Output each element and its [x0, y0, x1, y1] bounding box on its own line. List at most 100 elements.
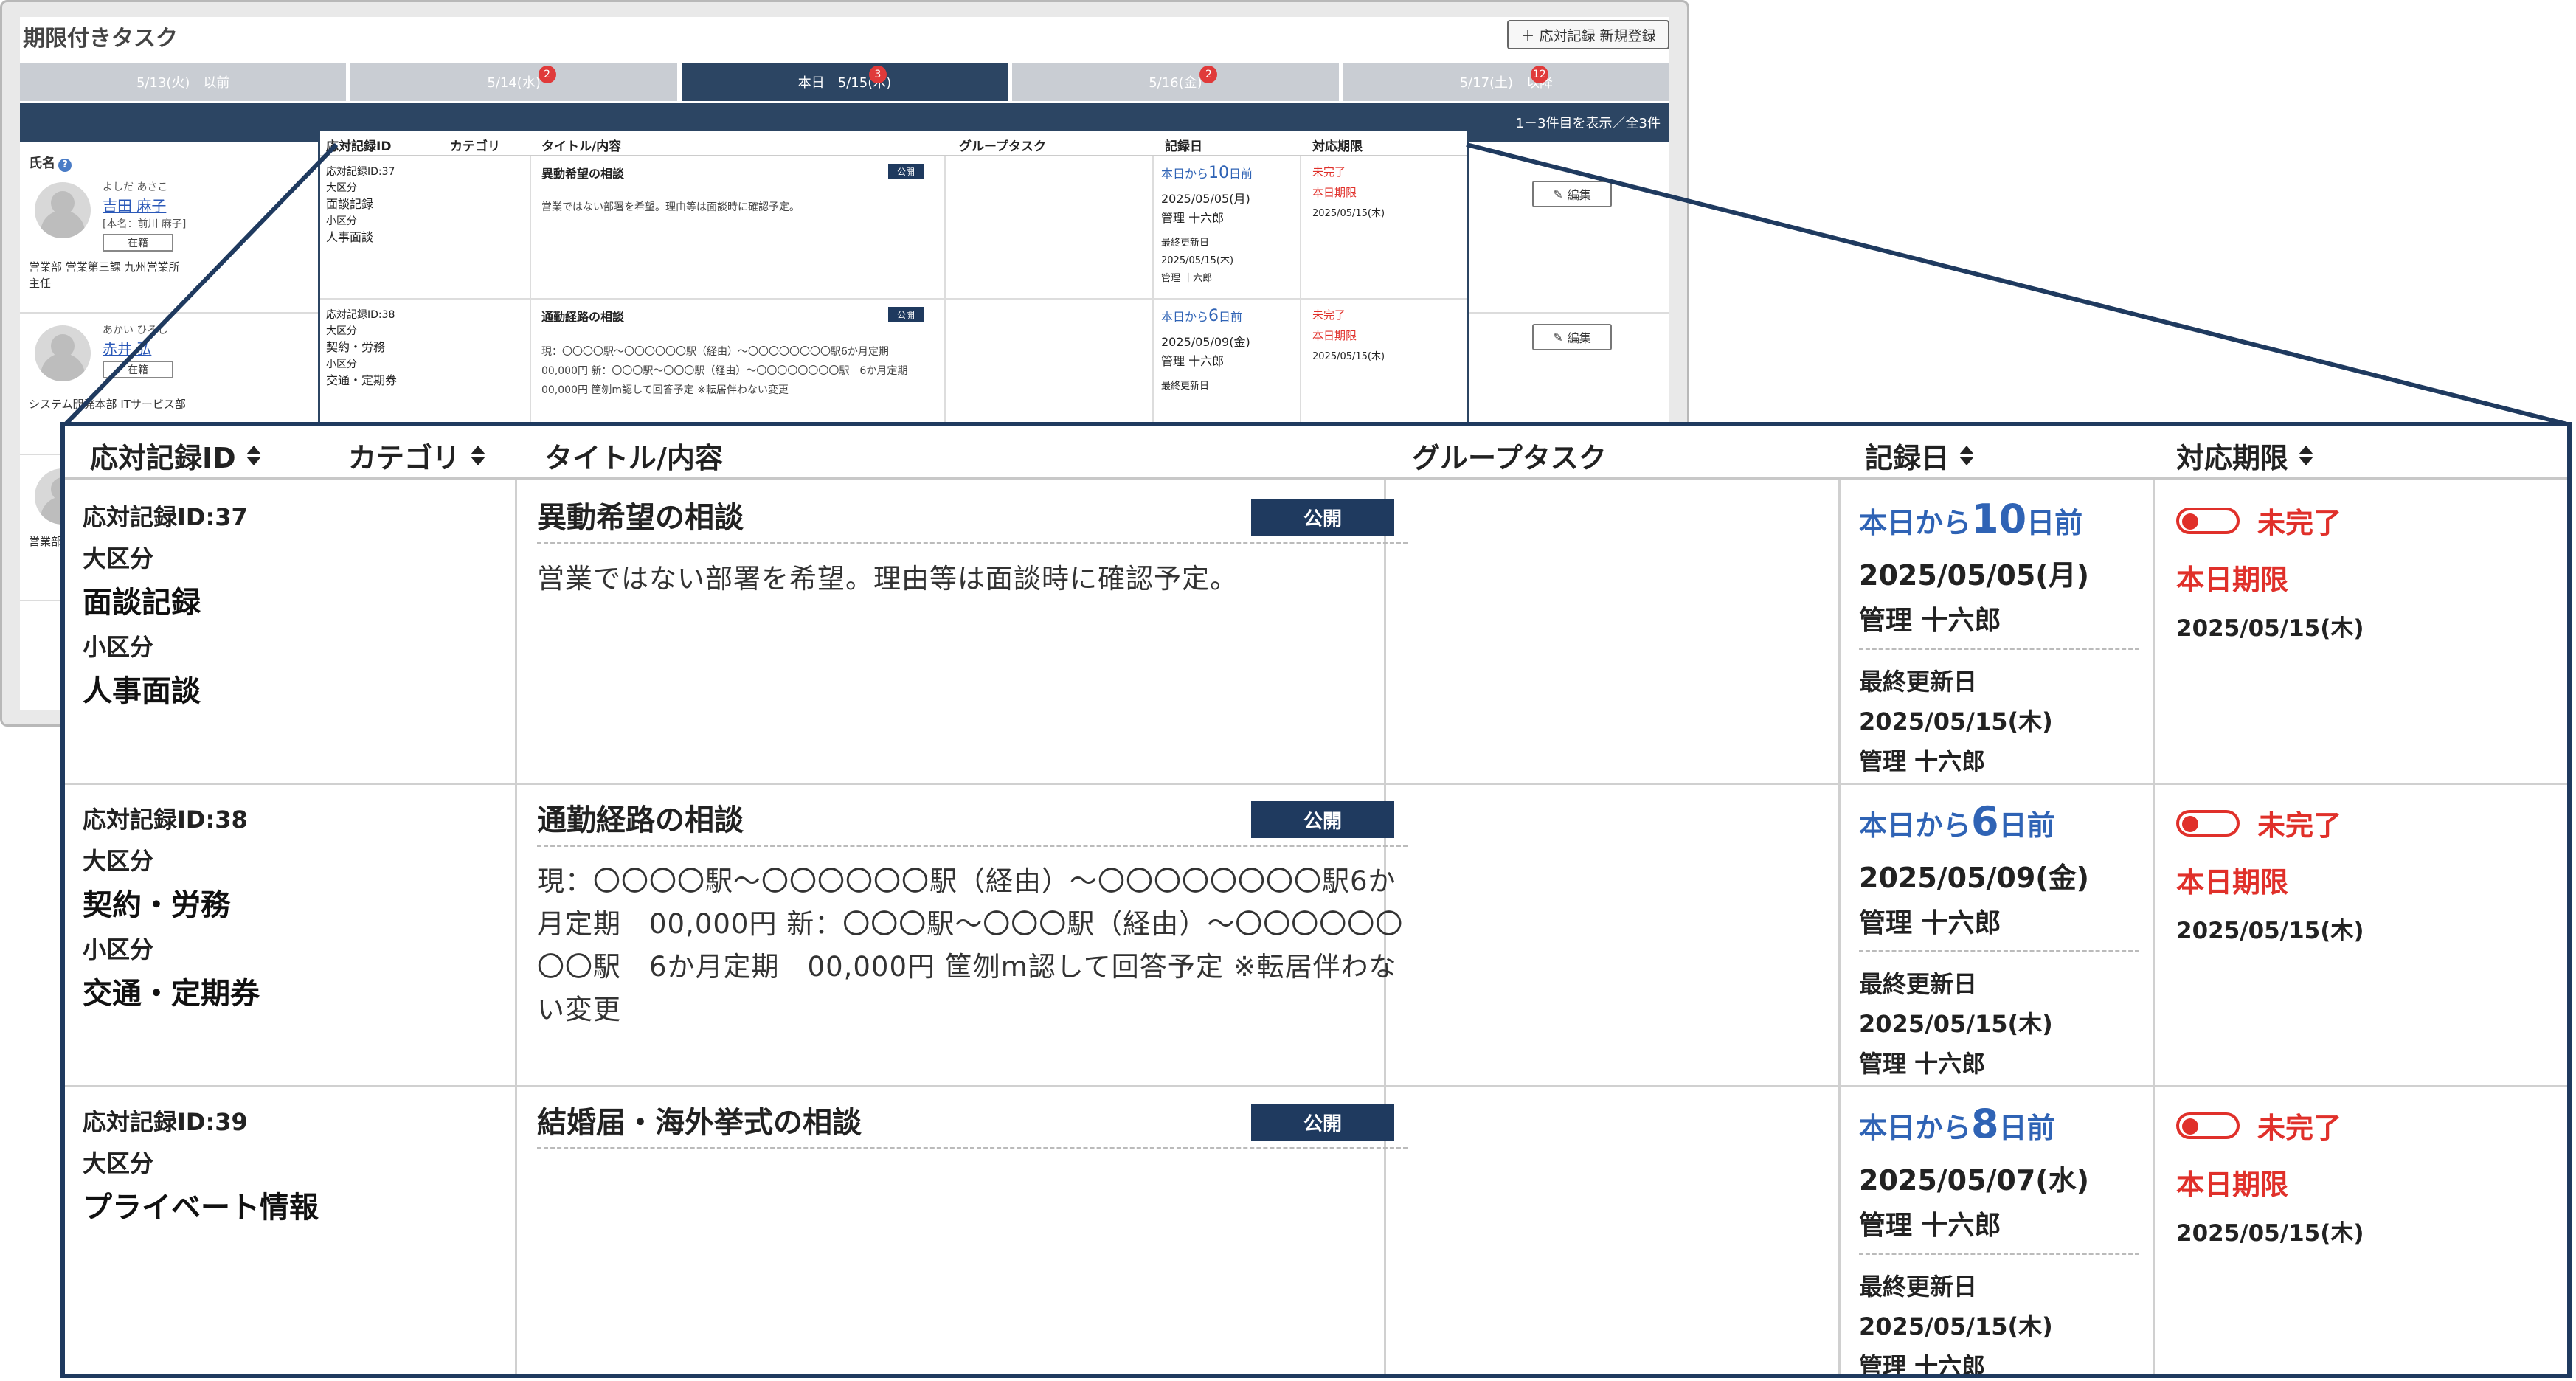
- edit-button[interactable]: ✎ 編集: [1532, 181, 1612, 207]
- status-text: 未完了: [2257, 809, 2342, 842]
- small-due-date: 2025/05/15(木): [1312, 208, 1385, 219]
- small-header-record-date[interactable]: 記録日: [1165, 136, 1202, 154]
- recorder: 管理 十六郎: [1859, 599, 2139, 650]
- record-id: 応対記録ID:39: [83, 1108, 248, 1136]
- days-ago: 本日から10日前: [1859, 496, 2161, 542]
- header-category-label: カテゴリ: [348, 442, 461, 474]
- due-date: 2025/05/15(木): [2176, 615, 2364, 642]
- days-ago-suffix: 日前: [1998, 809, 2055, 842]
- sort-icon[interactable]: [1959, 446, 1974, 465]
- toggle-switch[interactable]: [2176, 507, 2240, 534]
- small-ago: 本日から6日前: [1161, 307, 1242, 325]
- sort-icon[interactable]: [246, 446, 261, 465]
- header-record-date[interactable]: 記録日: [1865, 435, 1974, 476]
- record-id: 応対記録ID:37: [83, 503, 248, 531]
- header-due-label: 対応期限: [2176, 442, 2289, 474]
- tab-before-5-13[interactable]: 5/13(火) 以前: [20, 63, 347, 101]
- record-date: 2025/05/05(月): [1859, 559, 2090, 592]
- edit-button[interactable]: ✎ 編集: [1532, 324, 1612, 350]
- tab-today[interactable]: 本日 5/15(木) 3: [681, 63, 1008, 101]
- record-date-cell: 本日から6日前 2025/05/09(金) 管理 十六郎 最終更新日 2025/…: [1859, 798, 2161, 1079]
- count-badge: 12: [1530, 66, 1548, 83]
- small-rid: 応対記録ID:37: [326, 166, 395, 178]
- small-major: 契約・労務: [326, 340, 386, 354]
- person-name-link[interactable]: 吉田 麻子: [103, 194, 166, 215]
- small-title[interactable]: 異動希望の相談: [541, 164, 624, 181]
- tab-5-14[interactable]: 5/14(水) 2: [350, 63, 677, 101]
- days-ago-prefix: 本日から: [1859, 507, 1972, 539]
- person-real-name: [本名：前川 麻子]: [103, 218, 187, 230]
- updated-date: 2025/05/15(木): [1859, 707, 2053, 736]
- small-table-header: 応対記録ID カテゴリ タイトル/内容 グループタスク 記録日 対応期限: [320, 131, 1467, 156]
- small-id-cell: 応対記録ID:38 大区分 契約・労務 小区分 交通・定期券: [326, 307, 397, 390]
- due-today-label: 本日期限: [2176, 564, 2289, 596]
- small-header-due[interactable]: 対応期限: [1312, 136, 1363, 154]
- updated-label: 最終更新日: [1859, 1273, 1978, 1301]
- tab-5-16[interactable]: 5/16(金) 2: [1012, 63, 1339, 101]
- status-badge: 在籍: [103, 361, 173, 378]
- avatar: [35, 325, 91, 381]
- tab-after-5-17[interactable]: 5/17(土) 以降 12: [1343, 63, 1670, 101]
- small-upd-who: 管理 十六郎: [1161, 273, 1213, 284]
- due-cell: 未完了 本日期限 2025/05/15(木): [2176, 803, 2560, 945]
- help-icon[interactable]: ?: [58, 159, 72, 172]
- small-header-id[interactable]: 応対記録ID: [326, 136, 391, 154]
- small-minor-label: 小区分: [326, 215, 357, 227]
- small-minor-label: 小区分: [326, 359, 357, 370]
- minor-category: 交通・定期券: [83, 977, 260, 1011]
- header-due[interactable]: 対応期限: [2176, 435, 2313, 476]
- name-column-header: 氏名?: [29, 153, 72, 172]
- dept-text: 営業部 営業第三課 九州営業所: [29, 260, 180, 274]
- count-badge: 2: [1199, 66, 1218, 83]
- status-toggle-row: 未完了: [2176, 500, 2560, 541]
- small-status[interactable]: 未完了: [1312, 164, 1346, 179]
- small-title[interactable]: 通勤経路の相談: [541, 307, 624, 325]
- person-card: あかい ひろし 赤井 弘 在籍 システム開発本部 ITサービス部: [29, 325, 339, 436]
- id-cell: 応対記録ID:37 大区分 面談記録 小区分 人事面談: [83, 499, 525, 710]
- major-label: 大区分: [83, 1149, 154, 1177]
- title-cell: 異動希望の相談 公開 営業ではない部署を希望。理由等は面談時に確認予定。: [537, 499, 1408, 600]
- toggle-switch[interactable]: [2176, 1112, 2240, 1139]
- sort-icon[interactable]: [471, 446, 485, 465]
- record-date-cell: 本日から10日前 2025/05/05(月) 管理 十六郎 最終更新日 2025…: [1859, 496, 2161, 777]
- small-ago: 本日から10日前: [1161, 164, 1253, 182]
- updated-by: 管理 十六郎: [1859, 747, 1986, 775]
- title-cell: 通勤経路の相談 公開 現：〇〇〇〇駅～〇〇〇〇〇〇駅（経由）～〇〇〇〇〇〇〇〇駅…: [537, 801, 1408, 1031]
- minor-label: 小区分: [83, 935, 154, 963]
- status-text: 未完了: [2257, 507, 2342, 539]
- small-status[interactable]: 未完了: [1312, 307, 1346, 322]
- status-badge: 在籍: [103, 234, 173, 252]
- person-dept: 営業部: [29, 535, 63, 548]
- new-record-button[interactable]: ＋ 応対記録 新規登録: [1507, 20, 1669, 49]
- major-category: プライベート情報: [83, 1191, 319, 1225]
- pencil-icon: ✎: [1553, 187, 1563, 201]
- small-header-category[interactable]: カテゴリ: [450, 136, 500, 154]
- toggle-switch[interactable]: [2176, 809, 2240, 837]
- tab-label: 5/16(金): [1149, 75, 1202, 91]
- record-description: 営業ではない部署を希望。理由等は面談時に確認予定。: [537, 563, 1238, 595]
- tab-label: 5/13(火) 以前: [136, 75, 230, 91]
- person-name-link[interactable]: 赤井 弘: [103, 337, 151, 359]
- page-title: 期限付きタスク: [23, 26, 178, 52]
- public-badge: 公開: [1251, 499, 1394, 536]
- header-category[interactable]: カテゴリ: [348, 435, 485, 476]
- header-id[interactable]: 応対記録ID: [90, 435, 261, 476]
- small-desc: 営業ではない部署を希望。理由等は面談時に確認予定。: [541, 201, 800, 213]
- date-tabs: 5/13(火) 以前 5/14(水) 2 本日 5/15(木) 3 5/16(金) 2…: [20, 63, 1670, 101]
- edit-label: 編集: [1567, 188, 1591, 202]
- sort-icon[interactable]: [2299, 446, 2313, 465]
- small-id-cell: 応対記録ID:37 大区分 面談記録 小区分 人事面談: [326, 164, 395, 246]
- small-table-row: 応対記録ID:38 大区分 契約・労務 小区分 交通・定期券 通勤経路の相談 公開 現：…: [320, 301, 1467, 422]
- major-label: 大区分: [83, 544, 154, 572]
- days-ago-suffix: 日前: [2026, 507, 2083, 539]
- minor-category: 人事面談: [83, 674, 201, 708]
- header-id-label: 応対記録ID: [90, 442, 236, 474]
- role-text: 主任: [29, 277, 52, 290]
- small-due-date: 2025/05/15(木): [1312, 351, 1385, 362]
- record-description: 現：〇〇〇〇駅～〇〇〇〇〇〇駅（経由）～〇〇〇〇〇〇〇〇駅6か月定期 00,00…: [537, 865, 1404, 1025]
- person-dept: システム開発本部 ITサービス部: [29, 398, 186, 411]
- small-who: 管理 十六郎: [1161, 354, 1225, 368]
- updated-by: 管理 十六郎: [1859, 1050, 1986, 1078]
- header-record-date-label: 記録日: [1865, 442, 1950, 474]
- record-table-zoom: 応対記録ID カテゴリ タイトル/内容 グループタスク 記録日 対応期限 応対記…: [60, 422, 2572, 1378]
